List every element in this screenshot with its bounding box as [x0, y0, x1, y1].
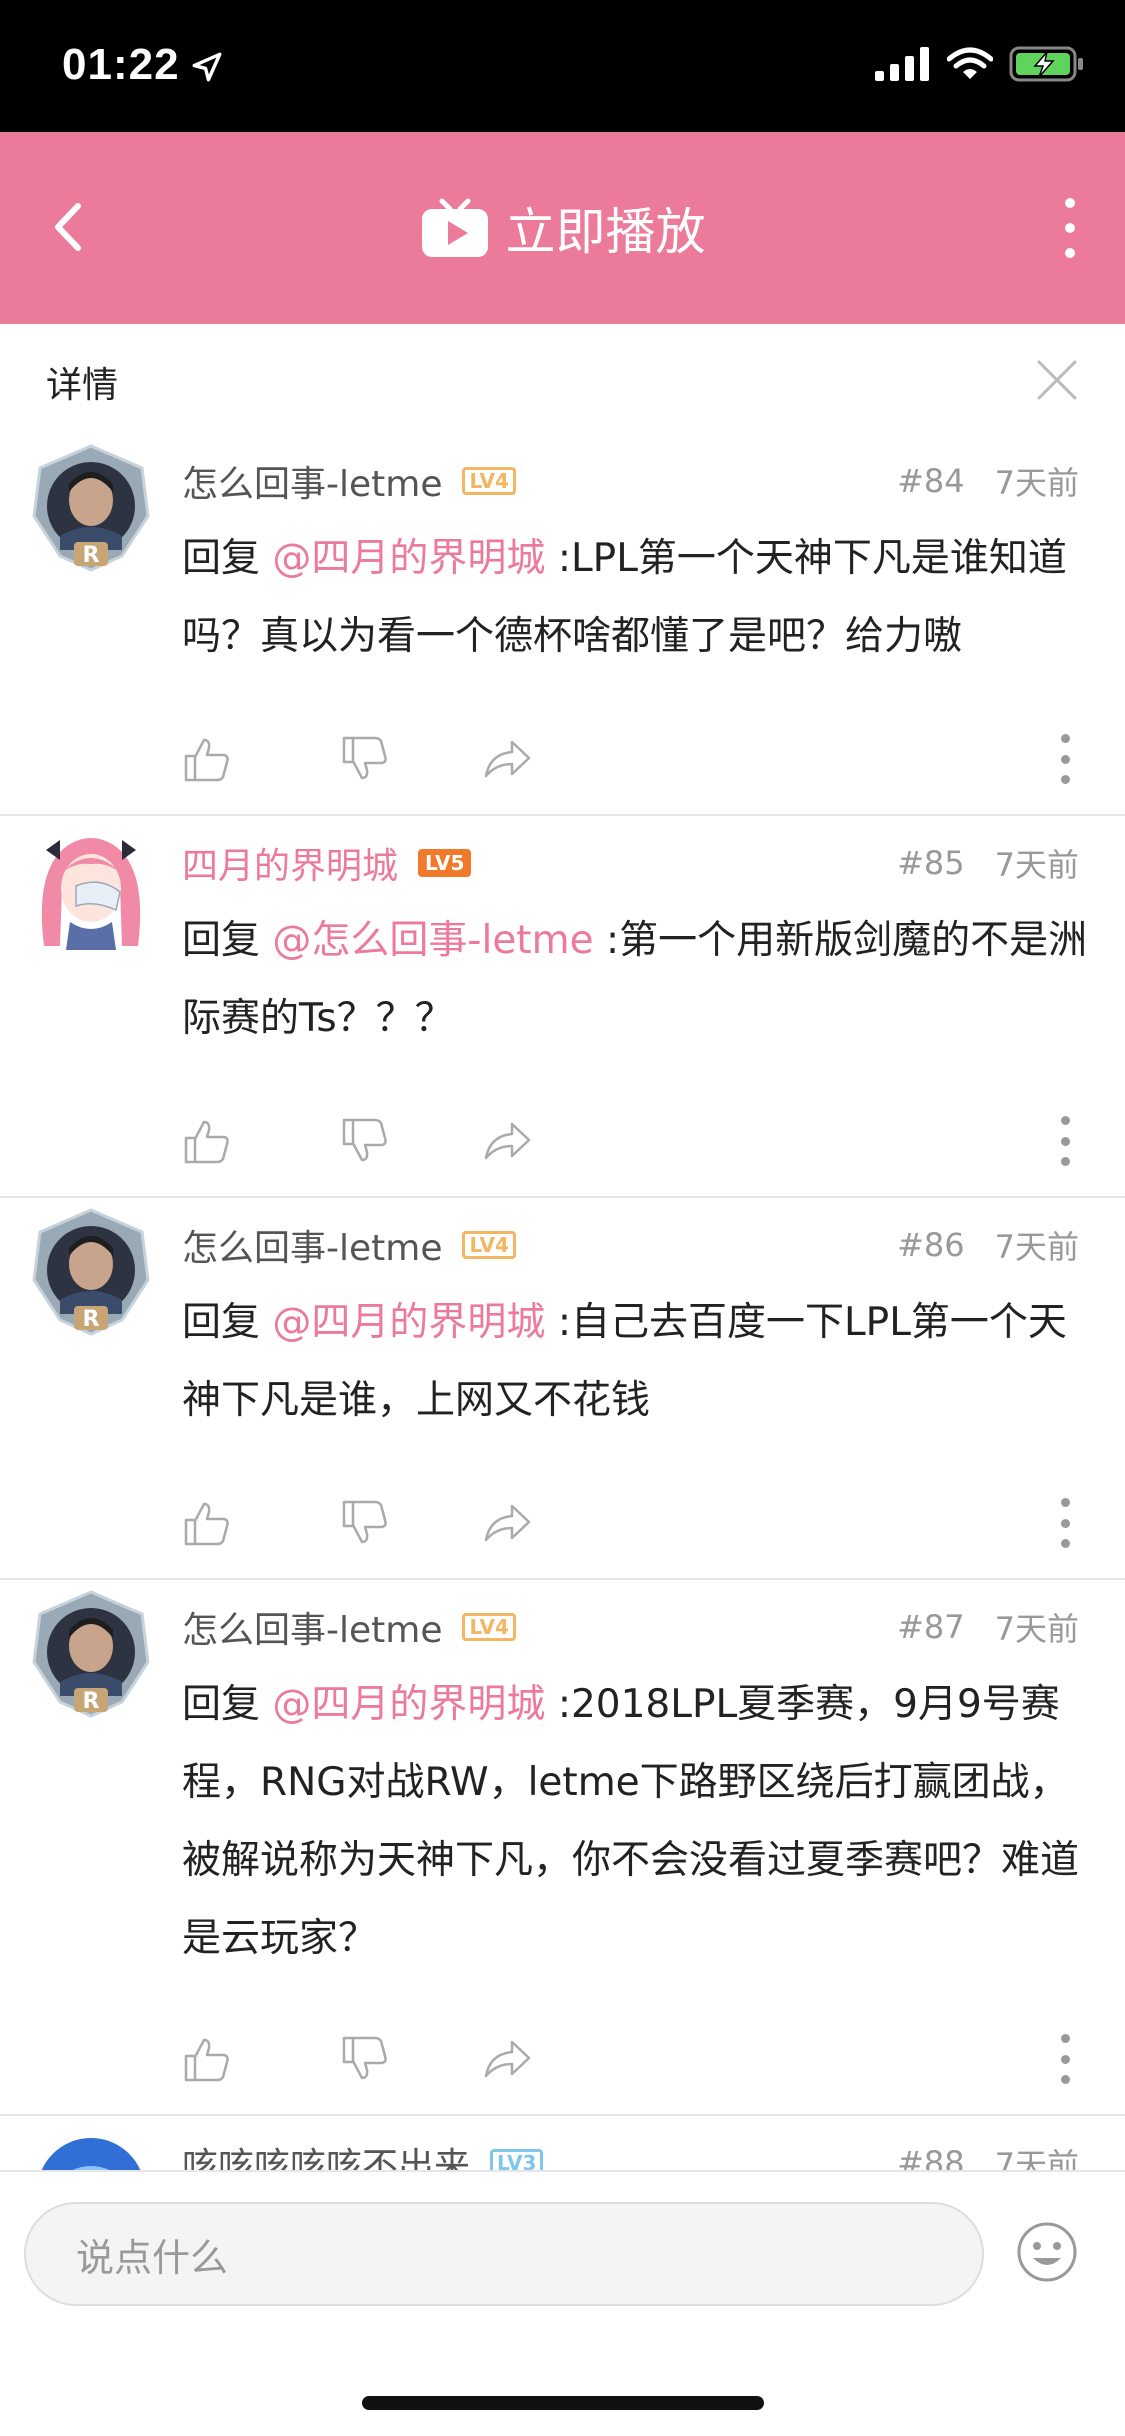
comment-header: 怎么回事-letme LV4 #87 7天前	[182, 1602, 1079, 1652]
thumbs-down-icon[interactable]	[340, 1116, 390, 1166]
level-badge: LV4	[462, 1231, 516, 1259]
user-avatar-kekeke[interactable]	[30, 2126, 152, 2170]
battery-charging-icon	[1009, 46, 1083, 82]
reply-prefix: 回复	[182, 536, 273, 581]
status-bar: 01:22	[0, 0, 1125, 132]
tv-play-icon	[421, 198, 488, 257]
comment-time: 7天前	[994, 1228, 1079, 1266]
emoji-icon[interactable]	[1015, 2220, 1079, 2284]
comment-header: 怎么回事-letme LV4 #86 7天前	[182, 1220, 1079, 1270]
comment-text: 回复 @四月的界明城 :LPL第一个天神下凡是谁知道吗？真以为看一个德杯啥都懂了…	[182, 520, 1095, 676]
user-avatar-letme[interactable]: R	[30, 1208, 152, 1338]
comment-actions	[182, 2034, 1082, 2084]
thumbs-down-icon[interactable]	[340, 1498, 390, 1548]
mention-link[interactable]: @四月的界明城	[272, 1300, 545, 1345]
close-icon[interactable]	[1031, 354, 1083, 406]
comment-floor: #84	[897, 462, 965, 500]
comment-username[interactable]: 四月的界明城	[182, 837, 398, 889]
comment-text: 回复 @四月的界明城 :2018LPL夏季赛，9月9号赛程，RNG对战RW，le…	[182, 1666, 1095, 1978]
comment-item: 咳咳咳咳咳不出来 LV3 #88 7天前	[0, 2116, 1125, 2170]
comment-username[interactable]: 怎么回事-letme	[182, 1219, 442, 1271]
comment-floor: #87	[897, 1608, 965, 1646]
comment-time: 7天前	[994, 846, 1079, 884]
thumbs-up-icon[interactable]	[182, 1116, 232, 1166]
mention-link[interactable]: @怎么回事-letme	[272, 918, 593, 963]
share-arrow-icon[interactable]	[482, 1498, 532, 1548]
comment-input[interactable]: 说点什么	[24, 2202, 984, 2306]
comment-actions	[182, 1498, 1082, 1548]
comment-text: 回复 @怎么回事-letme :第一个用新版剑魔的不是洲际赛的Ts？？？	[182, 902, 1095, 1058]
reply-prefix: 回复	[182, 918, 273, 963]
top-nav-bar: 立即播放	[0, 132, 1125, 324]
detail-label: 详情	[46, 365, 119, 406]
location-arrow-icon	[192, 52, 222, 82]
level-badge: LV5	[418, 849, 472, 877]
user-avatar-sijie[interactable]	[30, 826, 152, 956]
share-arrow-icon[interactable]	[482, 1116, 532, 1166]
comment-actions	[182, 1116, 1082, 1166]
status-time: 01:22	[62, 40, 180, 89]
svg-text:R: R	[83, 1689, 100, 1714]
play-now-button[interactable]: 立即播放	[0, 132, 1125, 324]
share-arrow-icon[interactable]	[482, 2034, 532, 2084]
comment-time: 7天前	[994, 2146, 1079, 2170]
comment-header: 怎么回事-letme LV4 #84 7天前	[182, 456, 1079, 506]
comment-item: R 怎么回事-letme LV4 #86 7天前 回复 @四月的界明城 :自己去…	[0, 1198, 1125, 1580]
thumbs-down-icon[interactable]	[340, 2034, 390, 2084]
comment-floor: #88	[897, 2144, 965, 2170]
mention-link[interactable]: @四月的界明城	[272, 536, 545, 581]
detail-bar: 详情	[0, 324, 1125, 434]
thumbs-up-icon[interactable]	[182, 2034, 232, 2084]
comment-more-icon[interactable]	[1058, 734, 1072, 784]
comment-floor: #85	[897, 844, 965, 882]
user-avatar-letme[interactable]: R	[30, 444, 152, 574]
comment-username[interactable]: 怎么回事-letme	[182, 1601, 442, 1653]
reply-prefix: 回复	[182, 1300, 273, 1345]
svg-text:R: R	[83, 1307, 100, 1332]
comment-header: 咳咳咳咳咳不出来 LV3 #88 7天前	[182, 2138, 1079, 2170]
thumbs-up-icon[interactable]	[182, 1498, 232, 1548]
comment-text: 回复 @四月的界明城 :自己去百度一下LPL第一个天神下凡是谁，上网又不花钱	[182, 1284, 1095, 1440]
wifi-icon	[947, 47, 993, 79]
share-arrow-icon[interactable]	[482, 734, 532, 784]
home-indicator	[362, 2396, 764, 2410]
comment-list[interactable]: R 怎么回事-letme LV4 #84 7天前 回复 @四月的界明城 :LPL…	[0, 434, 1125, 2170]
cellular-signal-icon	[875, 47, 929, 81]
thumbs-up-icon[interactable]	[182, 734, 232, 784]
comment-actions	[182, 734, 1082, 784]
comment-time: 7天前	[994, 1610, 1079, 1648]
user-avatar-letme[interactable]: R	[30, 1590, 152, 1720]
comment-item: R 怎么回事-letme LV4 #87 7天前 回复 @四月的界明城 :201…	[0, 1580, 1125, 2116]
mention-link[interactable]: @四月的界明城	[272, 1682, 545, 1727]
comment-floor: #86	[897, 1226, 965, 1264]
level-badge: LV4	[462, 1613, 516, 1641]
thumbs-down-icon[interactable]	[340, 734, 390, 784]
header-title: 立即播放	[505, 203, 706, 261]
level-badge: LV4	[462, 467, 516, 495]
comment-more-icon[interactable]	[1058, 1116, 1072, 1166]
comment-more-icon[interactable]	[1058, 2034, 1072, 2084]
comment-more-icon[interactable]	[1058, 1498, 1072, 1548]
comment-item: 四月的界明城 LV5 #85 7天前 回复 @怎么回事-letme :第一个用新…	[0, 816, 1125, 1198]
comment-username[interactable]: 咳咳咳咳咳不出来	[182, 2137, 470, 2170]
comment-header: 四月的界明城 LV5 #85 7天前	[182, 838, 1079, 888]
comment-time: 7天前	[994, 464, 1079, 502]
svg-text:R: R	[83, 543, 100, 568]
comment-item: R 怎么回事-letme LV4 #84 7天前 回复 @四月的界明城 :LPL…	[0, 434, 1125, 816]
comment-username[interactable]: 怎么回事-letme	[182, 455, 442, 507]
more-options-icon[interactable]	[1055, 198, 1085, 258]
reply-prefix: 回复	[182, 1682, 273, 1727]
level-badge: LV3	[490, 2149, 544, 2170]
